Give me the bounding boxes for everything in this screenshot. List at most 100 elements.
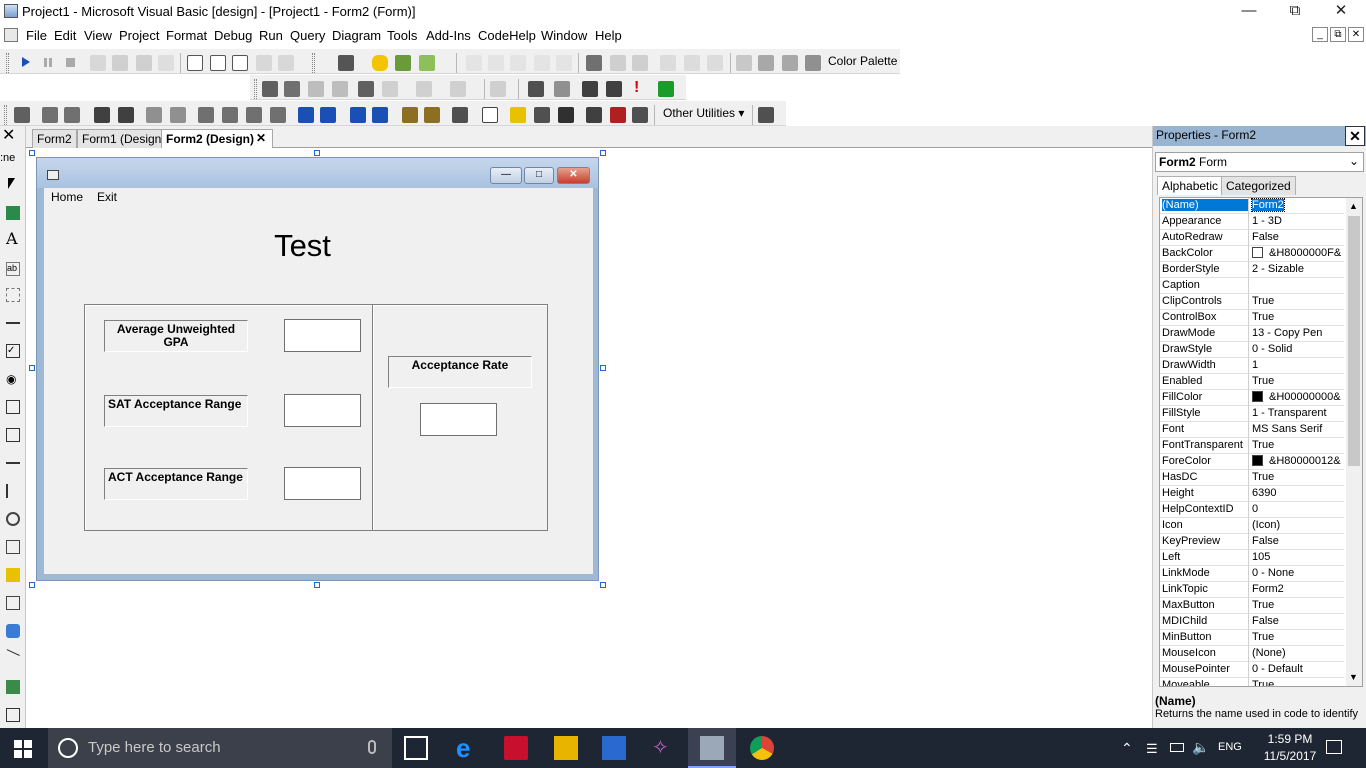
step-out-icon[interactable] (158, 55, 174, 71)
resize-handle[interactable] (29, 365, 35, 371)
align-tops-icon[interactable] (534, 55, 550, 71)
resize-handle[interactable] (600, 365, 606, 371)
unwrap-icon[interactable] (372, 107, 388, 123)
step-into-icon[interactable] (112, 55, 128, 71)
align-dropdown-icon[interactable] (382, 81, 398, 97)
padlock-icon[interactable] (490, 81, 506, 97)
step-over-icon[interactable] (136, 55, 152, 71)
mdi-restore-icon[interactable]: ⧉ (1330, 27, 1346, 42)
menu-codehelp[interactable]: CodeHelp (478, 28, 536, 43)
object-selector-dropdown[interactable]: Form2 Form ⌄ (1155, 152, 1364, 172)
property-value[interactable]: True (1248, 310, 1344, 326)
menu-query[interactable]: Query (290, 28, 325, 43)
property-row[interactable]: DrawWidth 1 (1160, 358, 1344, 374)
toolbar-grip[interactable] (312, 53, 315, 73)
property-value[interactable]: 6390 (1248, 486, 1344, 502)
property-row[interactable]: Caption (1160, 278, 1344, 294)
scroll-thumb[interactable] (1348, 216, 1360, 466)
bring-to-front-icon[interactable] (262, 81, 278, 97)
copy-icon[interactable] (42, 107, 58, 123)
property-value[interactable]: &H80000012& (1248, 454, 1344, 470)
property-row[interactable]: ForeColor &H80000012& (1160, 454, 1344, 470)
combobox-tool-icon[interactable] (6, 400, 20, 414)
pause-icon[interactable] (44, 58, 52, 67)
property-row[interactable]: Height 6390 (1160, 486, 1344, 502)
properties-page-icon[interactable] (554, 81, 570, 97)
property-row[interactable]: BackColor &H8000000F& (1160, 246, 1344, 262)
database-icon[interactable] (372, 55, 388, 71)
property-value[interactable]: 0 - Solid (1248, 342, 1344, 358)
resize-handle[interactable] (314, 582, 320, 588)
property-value[interactable]: &H8000000F& (1248, 246, 1344, 262)
dirlistbox-tool-icon[interactable] (6, 568, 20, 582)
menu-edit[interactable]: Edit (54, 28, 76, 43)
toolbar-grip[interactable] (254, 79, 257, 99)
property-row[interactable]: HelpContextID 0 (1160, 502, 1344, 518)
call-stack-icon[interactable] (278, 55, 294, 71)
property-row[interactable]: Moveable True (1160, 678, 1344, 686)
menu-help[interactable]: Help (595, 28, 622, 43)
act-range-textbox[interactable] (284, 467, 361, 500)
add-ins-manager-icon[interactable] (424, 107, 440, 123)
property-row[interactable]: Icon (Icon) (1160, 518, 1344, 534)
property-value[interactable]: &H00000000& (1248, 390, 1344, 406)
menu-debug[interactable]: Debug (214, 28, 252, 43)
property-value[interactable]: (None) (1248, 646, 1344, 662)
property-row[interactable]: FillColor &H00000000& (1160, 390, 1344, 406)
green-grid-icon[interactable] (658, 81, 674, 97)
run-icon[interactable] (22, 57, 30, 67)
comment-block-icon[interactable] (684, 55, 700, 71)
form-maximize-button[interactable]: □ (524, 167, 554, 184)
property-value[interactable]: True (1248, 294, 1344, 310)
label-tool-icon[interactable]: A (6, 231, 20, 247)
align-centers-icon[interactable] (488, 55, 504, 71)
property-grid-scrollbar[interactable]: ▲ ▼ (1346, 198, 1362, 686)
network-icon[interactable] (452, 107, 468, 123)
form2-window[interactable]: — □ ✕ Home Exit Test Average Unweighted … (36, 157, 599, 581)
center-dropdown-icon[interactable] (416, 81, 432, 97)
property-row[interactable]: MaxButton True (1160, 598, 1344, 614)
next-bookmark-icon[interactable] (758, 55, 774, 71)
property-value[interactable]: True (1248, 438, 1344, 454)
delete-icon[interactable] (610, 107, 626, 123)
clear-bookmarks-icon[interactable] (805, 55, 821, 71)
shape-tool-icon[interactable] (6, 624, 20, 638)
immediate-window-icon[interactable] (210, 55, 226, 71)
mdi-close-icon[interactable]: ✕ (1348, 27, 1364, 42)
property-row[interactable]: ClipControls True (1160, 294, 1344, 310)
filelistbox-tool-icon[interactable] (6, 596, 20, 610)
toolbox-close-icon[interactable]: ✕ (2, 128, 18, 144)
resize-handle[interactable] (29, 582, 35, 588)
property-value[interactable]: 105 (1248, 550, 1344, 566)
line-tool-icon[interactable] (6, 649, 20, 657)
align-middles-icon[interactable] (556, 55, 572, 71)
resize-handle[interactable] (600, 150, 606, 156)
chevron-up-icon[interactable]: ⌃ (1121, 740, 1133, 757)
property-row[interactable]: MousePointer 0 - Default (1160, 662, 1344, 678)
bulleted-list-icon[interactable] (320, 107, 336, 123)
mdi-minimize-icon[interactable]: _ (1312, 27, 1328, 42)
bookmark-icon[interactable] (736, 55, 752, 71)
property-row[interactable]: (Name) Form2 (1160, 198, 1344, 214)
scroll-up-icon[interactable]: ▲ (1349, 201, 1358, 211)
layout-icon[interactable] (222, 107, 238, 123)
restore-button[interactable]: ⧉ (1272, 0, 1318, 24)
vscrollbar-tool-icon[interactable] (6, 484, 14, 498)
menu-add-ins[interactable]: Add-Ins (426, 28, 471, 43)
size-dropdown-icon[interactable] (450, 81, 466, 97)
property-value[interactable]: Form2 (1248, 582, 1344, 598)
microphone-icon[interactable] (368, 740, 376, 754)
property-value[interactable]: MS Sans Serif (1248, 422, 1344, 438)
project-explorer-icon[interactable] (14, 107, 30, 123)
add-form-icon[interactable] (170, 107, 186, 123)
outdent-icon[interactable] (632, 55, 648, 71)
property-row[interactable]: HasDC True (1160, 470, 1344, 486)
color-palette-label[interactable]: Color Palette (828, 54, 897, 68)
property-value[interactable]: 1 - 3D (1248, 214, 1344, 230)
eraser-icon[interactable] (586, 107, 602, 123)
menu-diagram[interactable]: Diagram (332, 28, 381, 43)
indent-icon[interactable] (610, 55, 626, 71)
object-browser-icon[interactable] (118, 107, 134, 123)
property-row[interactable]: MDIChild False (1160, 614, 1344, 630)
battery-icon[interactable] (1170, 743, 1184, 752)
